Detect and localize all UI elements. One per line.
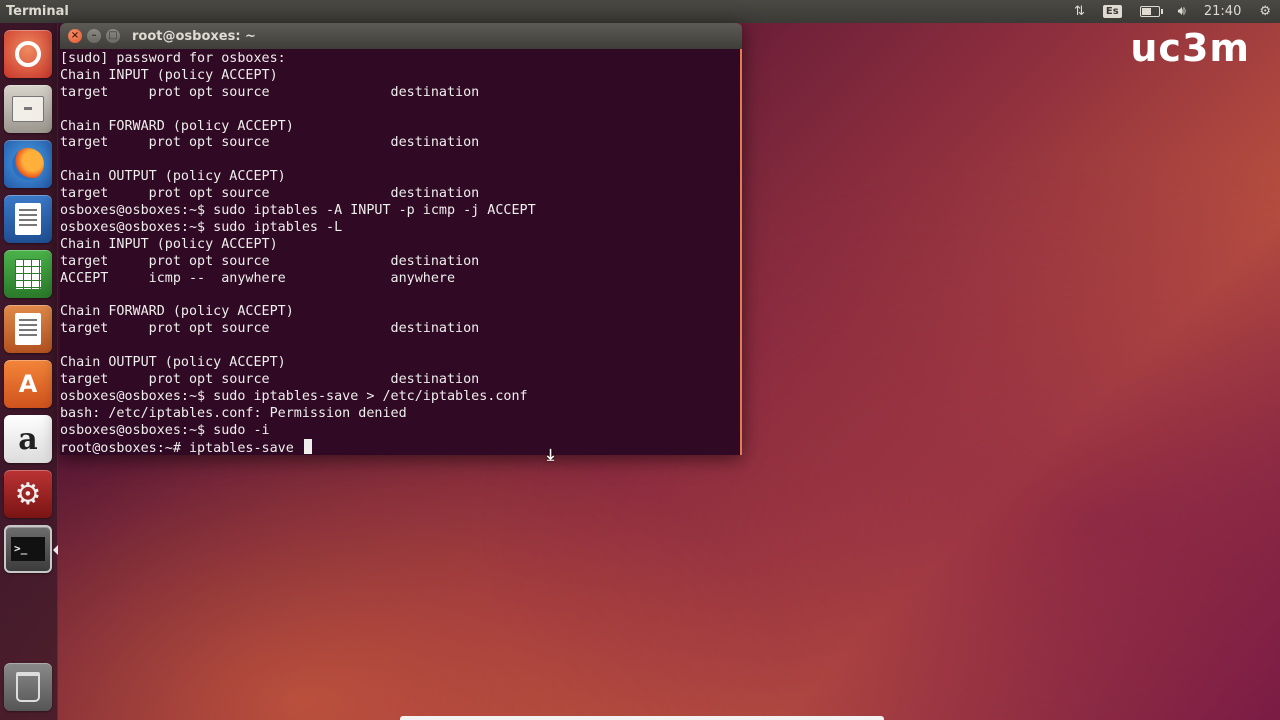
terminal-output[interactable]: [sudo] password for osboxes: Chain INPUT … — [60, 49, 742, 455]
terminal-line: Chain FORWARD (policy ACCEPT) — [60, 304, 294, 320]
network-icon[interactable]: ⇅ — [1074, 4, 1085, 19]
gear-icon[interactable]: ⚙ — [1259, 4, 1271, 19]
terminal-line: osboxes@osboxes:~$ sudo iptables -L — [60, 219, 343, 235]
calc-spreadsheet-icon — [15, 259, 41, 289]
terminal-title: root@osboxes: ~ — [132, 28, 256, 44]
top-panel: Terminal ⇅ Es 🔊︎ 21:40 ⚙ — [0, 0, 1280, 23]
maximize-button[interactable]: □ — [106, 29, 120, 43]
impress-presentation-icon — [15, 313, 41, 345]
terminal-titlebar[interactable]: × – □ root@osboxes: ~ — [60, 23, 742, 49]
mouse-cursor-icon: ⤓ — [547, 445, 555, 464]
shopping-bag-icon: A — [18, 370, 38, 398]
launcher: A a ⚙ >_ — [0, 23, 58, 720]
terminal-line: target prot opt source destination — [60, 84, 480, 100]
keyboard-layout-icon: Es — [1102, 5, 1122, 18]
terminal-line: osboxes@osboxes:~$ sudo iptables -A INPU… — [60, 203, 536, 219]
text-cursor — [303, 439, 312, 455]
amazon-launcher[interactable]: a — [4, 415, 52, 463]
terminal-launcher[interactable]: >_ — [4, 525, 52, 573]
system-settings-launcher[interactable]: ⚙ — [4, 470, 52, 518]
terminal-line: Chain OUTPUT (policy ACCEPT) — [60, 169, 286, 185]
active-app-indicator — [53, 545, 58, 555]
writer-document-icon — [15, 203, 41, 235]
terminal-line: [sudo] password for osboxes: — [60, 51, 286, 66]
terminal-line: target prot opt source destination — [60, 135, 480, 151]
calc-launcher[interactable] — [4, 250, 52, 298]
terminal-line: target prot opt source destination — [60, 371, 480, 387]
bottom-strip — [400, 716, 884, 720]
ubuntu-logo-icon — [15, 41, 41, 67]
terminal-line: Chain OUTPUT (policy ACCEPT) — [60, 355, 286, 371]
ubuntu-dash-button[interactable] — [4, 30, 52, 78]
impress-launcher[interactable] — [4, 305, 52, 353]
trash-icon — [16, 672, 40, 702]
terminal-line: osboxes@osboxes:~$ sudo iptables-save > … — [60, 388, 528, 404]
terminal-line: target prot opt source destination — [60, 253, 480, 269]
software-center-launcher[interactable]: A — [4, 360, 52, 408]
terminal-line: osboxes@osboxes:~$ sudo -i — [60, 422, 270, 438]
settings-gear-icon: ⚙ — [14, 476, 42, 512]
terminal-line: target prot opt source destination — [60, 186, 480, 202]
terminal-line: Chain FORWARD (policy ACCEPT) — [60, 118, 294, 134]
terminal-line: Chain INPUT (policy ACCEPT) — [60, 67, 278, 83]
active-app-title: Terminal — [6, 4, 69, 19]
terminal-line: ACCEPT icmp -- anywhere anywhere — [60, 270, 456, 286]
terminal-line: root@osboxes:~# iptables-save — [60, 439, 740, 455]
battery-icon[interactable] — [1139, 6, 1163, 17]
terminal-icon: >_ — [11, 537, 45, 561]
clock[interactable]: 21:40 — [1204, 4, 1241, 19]
terminal-line: bash: /etc/iptables.conf: Permission den… — [60, 405, 407, 421]
terminal-window[interactable]: × – □ root@osboxes: ~ [sudo] password fo… — [60, 23, 742, 455]
volume-icon[interactable]: 🔊︎ — [1178, 4, 1186, 19]
minimize-button[interactable]: – — [87, 29, 101, 43]
firefox-launcher[interactable] — [4, 140, 52, 188]
amazon-icon: a — [18, 421, 38, 457]
terminal-line: Chain INPUT (policy ACCEPT) — [60, 236, 278, 252]
terminal-line: target prot opt source destination — [60, 321, 480, 337]
close-button[interactable]: × — [68, 29, 82, 43]
file-cabinet-icon — [12, 96, 44, 122]
indicator-area: ⇅ Es 🔊︎ 21:40 ⚙ — [1065, 0, 1280, 23]
keyboard-layout-indicator[interactable]: Es — [1102, 5, 1122, 18]
writer-launcher[interactable] — [4, 195, 52, 243]
brand-logo: uc3m — [1130, 26, 1250, 70]
firefox-icon — [12, 148, 44, 180]
files-launcher[interactable] — [4, 85, 52, 133]
trash-launcher[interactable] — [4, 663, 52, 711]
terminal-text-area[interactable]: [sudo] password for osboxes: Chain INPUT … — [60, 49, 740, 455]
